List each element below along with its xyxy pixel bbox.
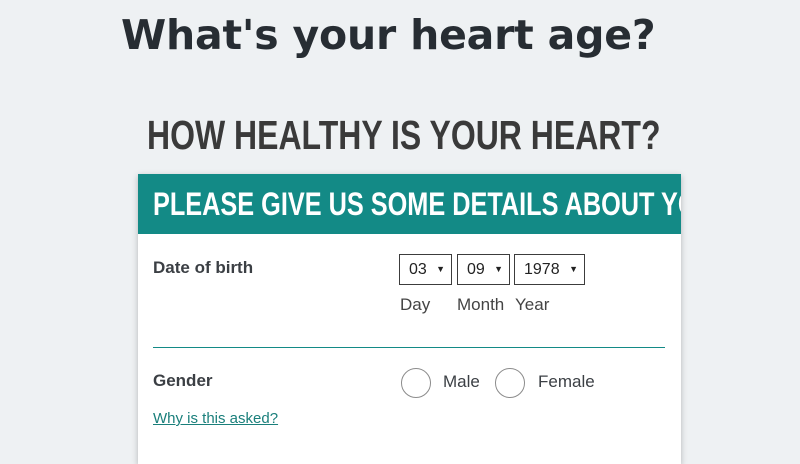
gender-female-label[interactable]: Female — [538, 372, 595, 392]
gender-male-label[interactable]: Male — [443, 372, 480, 392]
why-asked-link[interactable]: Why is this asked? — [153, 410, 278, 427]
page-title: What's your heart age? — [121, 11, 656, 59]
year-select-value: 1978 — [524, 261, 560, 278]
section-divider — [153, 347, 665, 348]
gender-male-radio[interactable] — [401, 368, 431, 398]
month-select-value: 09 — [467, 261, 485, 278]
gender-female-radio[interactable] — [495, 368, 525, 398]
caret-down-icon: ▼ — [569, 264, 578, 274]
day-select[interactable]: 03 ▼ — [399, 254, 452, 285]
caret-down-icon: ▼ — [494, 264, 503, 274]
month-label: Month — [457, 295, 505, 314]
details-form-card: PLEASE GIVE US SOME DETAILS ABOUT YOU Da… — [138, 174, 681, 464]
gender-label: Gender — [153, 371, 213, 390]
month-select[interactable]: 09 ▼ — [457, 254, 510, 285]
date-of-birth-label: Date of birth — [153, 258, 254, 277]
day-select-value: 03 — [409, 261, 427, 278]
year-label: Year — [515, 295, 550, 314]
caret-down-icon: ▼ — [436, 264, 445, 274]
form-header: PLEASE GIVE US SOME DETAILS ABOUT YOU — [138, 174, 681, 234]
day-label: Day — [400, 295, 431, 314]
form-header-title: PLEASE GIVE US SOME DETAILS ABOUT YOU — [153, 186, 681, 222]
section-heading: HOW HEALTHY IS YOUR HEART? — [147, 112, 661, 158]
year-select[interactable]: 1978 ▼ — [514, 254, 585, 285]
